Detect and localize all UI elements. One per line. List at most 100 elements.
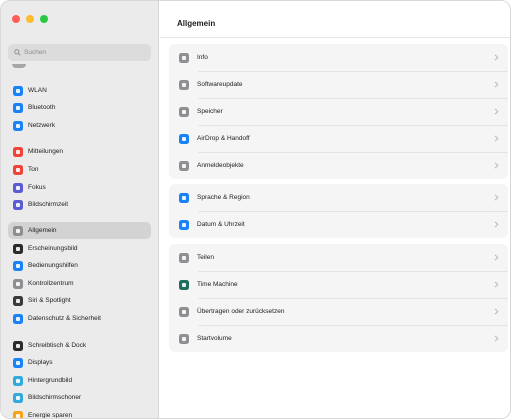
privacy-hand-icon [13,313,23,324]
software-update-icon [179,79,189,90]
sidebar-item[interactable]: Fokus [8,179,151,196]
search-icon [14,49,21,56]
sidebar: Suchen WLAN Bluetooth Netzwerk Mitteilungen… [1,1,159,419]
sidebar-item-label: Schreibtisch & Dock [28,342,87,349]
sidebar-item-label: Bildschirmschoner [28,394,82,401]
sidebar-item-label: Ton [28,166,39,173]
sidebar-item[interactable]: Mitteilungen [8,143,151,160]
sidebar-item[interactable]: Displays [8,354,151,371]
search-input[interactable]: Suchen [8,44,151,61]
settings-row[interactable]: Info [169,44,508,71]
settings-row[interactable]: Anmeldeobjekte [169,152,508,179]
storage-icon [179,106,189,117]
time-machine-icon [179,279,189,290]
screentime-icon [13,199,23,210]
sidebar-item[interactable]: Datenschutz & Sicherheit [8,310,151,327]
settings-row-label: AirDrop & Handoff [197,135,250,142]
settings-row[interactable]: Time Machine [169,271,508,298]
settings-row[interactable]: Speicher [169,98,508,125]
search-placeholder: Suchen [24,49,47,56]
language-icon [179,192,189,203]
sidebar-item-label: WLAN [28,87,47,94]
sidebar-item-label: Netzwerk [28,122,56,129]
accessibility-icon [13,260,23,271]
sidebar-item-label: Fokus [28,184,46,191]
sidebar-item[interactable]: Energie sparen [8,407,151,419]
sidebar-item[interactable]: Bildschirmschoner [8,389,151,406]
appearance-icon [13,243,23,254]
gear-icon [13,225,23,236]
chevron-right-icon [494,135,499,142]
siri-icon [13,295,23,306]
chevron-right-icon [494,162,499,169]
chevron-right-icon [494,281,499,288]
sidebar-item[interactable]: Erscheinungsbild [8,240,151,257]
reset-icon [179,306,189,317]
login-items-icon [179,160,189,171]
chevron-right-icon [494,108,499,115]
sidebar-item[interactable]: Bedienungshilfen [8,257,151,274]
sharing-icon [179,252,189,263]
chevron-right-icon [494,335,499,342]
sidebar-item[interactable]: Bildschirmzeit [8,196,151,213]
settings-group: Info Softwareupdate Speicher AirDrop & Hand… [169,44,508,179]
sidebar-item-label: Erscheinungsbild [28,245,78,252]
sidebar-item[interactable]: Netzwerk [8,117,151,134]
display-icon [13,357,23,368]
settings-row[interactable]: AirDrop & Handoff [169,125,508,152]
screensaver-icon [13,392,23,403]
chevron-right-icon [494,81,499,88]
sidebar-item[interactable]: Bluetooth [8,99,151,116]
sidebar-item[interactable]: Hintergrundbild [8,372,151,389]
wifi-icon [13,85,23,96]
focus-icon [13,182,23,193]
sidebar-item[interactable]: Ton [8,161,151,178]
settings-row-label: Anmeldeobjekte [197,162,244,169]
sidebar-item-label: Energie sparen [28,412,73,419]
account-avatar[interactable] [12,64,26,68]
settings-row[interactable]: Startvolume [169,325,508,352]
settings-row-label: Softwareupdate [197,81,243,88]
dock-icon [13,340,23,351]
zoom-window-button[interactable] [40,15,48,23]
settings-row-label: Startvolume [197,335,232,342]
sidebar-item-label: Allgemein [28,227,57,234]
sidebar-item-label: Bedienungshilfen [28,262,78,269]
airdrop-icon [179,133,189,144]
energy-icon [13,410,23,418]
window-controls [12,15,48,23]
settings-row[interactable]: Sprache & Region [169,184,508,211]
sidebar-item[interactable]: Schreibtisch & Dock [8,337,151,354]
chevron-right-icon [494,254,499,261]
chevron-right-icon [494,194,499,201]
settings-row[interactable]: Teilen [169,244,508,271]
sidebar-item[interactable]: Kontrollzentrum [8,275,151,292]
chevron-right-icon [494,54,499,61]
title-divider [160,37,510,38]
clock-icon [179,219,189,230]
minimize-window-button[interactable] [26,15,34,23]
settings-window: Suchen WLAN Bluetooth Netzwerk Mitteilungen… [0,0,511,419]
settings-group: Sprache & Region Datum & Uhrzeit [169,184,508,238]
sidebar-item-label: Displays [28,359,53,366]
settings-row[interactable]: Softwareupdate [169,71,508,98]
sidebar-item-label: Bildschirmzeit [28,201,69,208]
settings-row-label: Info [197,54,208,61]
sidebar-item-label: Datenschutz & Sicherheit [28,315,101,322]
sidebar-item[interactable]: Siri & Spotlight [8,292,151,309]
info-icon [179,52,189,63]
notifications-icon [13,146,23,157]
sidebar-item[interactable]: Allgemein [8,222,151,239]
settings-row[interactable]: Übertragen oder zurücksetzen [169,298,508,325]
settings-row-label: Datum & Uhrzeit [197,221,245,228]
settings-row-label: Time Machine [197,281,238,288]
sound-icon [13,164,23,175]
bluetooth-icon [13,102,23,113]
startup-disk-icon [179,333,189,344]
close-window-button[interactable] [12,15,20,23]
sidebar-item[interactable]: WLAN [8,82,151,99]
chevron-right-icon [494,221,499,228]
settings-row-label: Übertragen oder zurücksetzen [197,308,285,315]
sidebar-item-label: Mitteilungen [28,148,64,155]
settings-row[interactable]: Datum & Uhrzeit [169,211,508,238]
